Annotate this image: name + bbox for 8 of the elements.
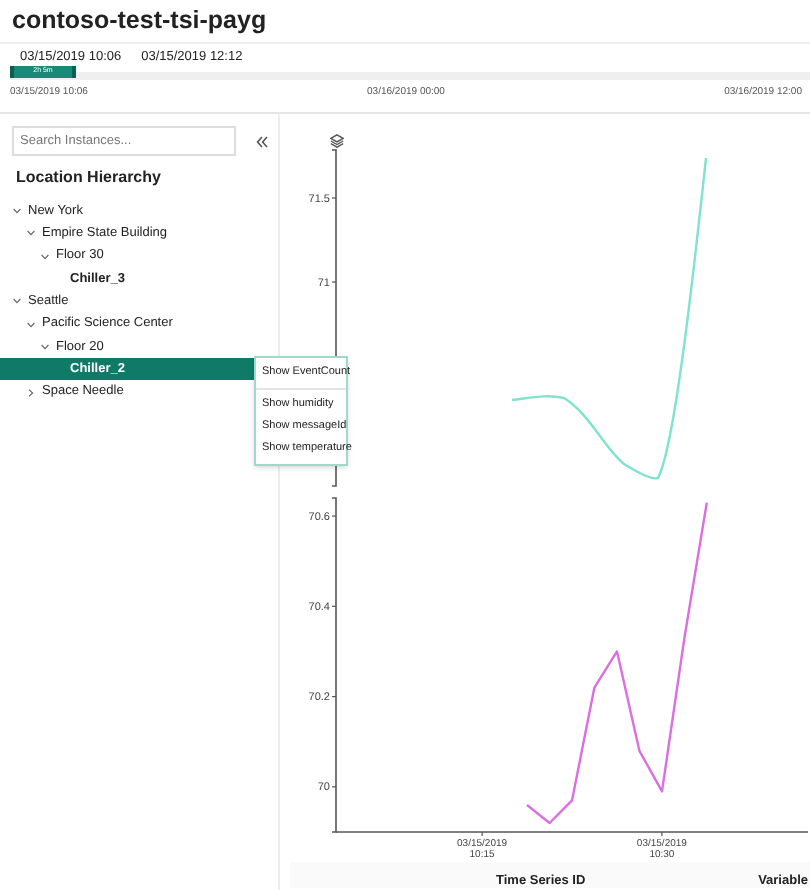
section-title: Location Hierarchy (14, 166, 163, 190)
collapse-icon[interactable] (256, 135, 268, 147)
chevron-right-icon[interactable] (26, 387, 36, 398)
tick-mark (331, 696, 337, 698)
page-title: contoso-test-tsi-payg (12, 4, 267, 39)
chevron-down-icon[interactable] (12, 296, 22, 307)
chevron-down-icon[interactable] (40, 251, 50, 262)
layers-icon[interactable] (330, 134, 344, 148)
